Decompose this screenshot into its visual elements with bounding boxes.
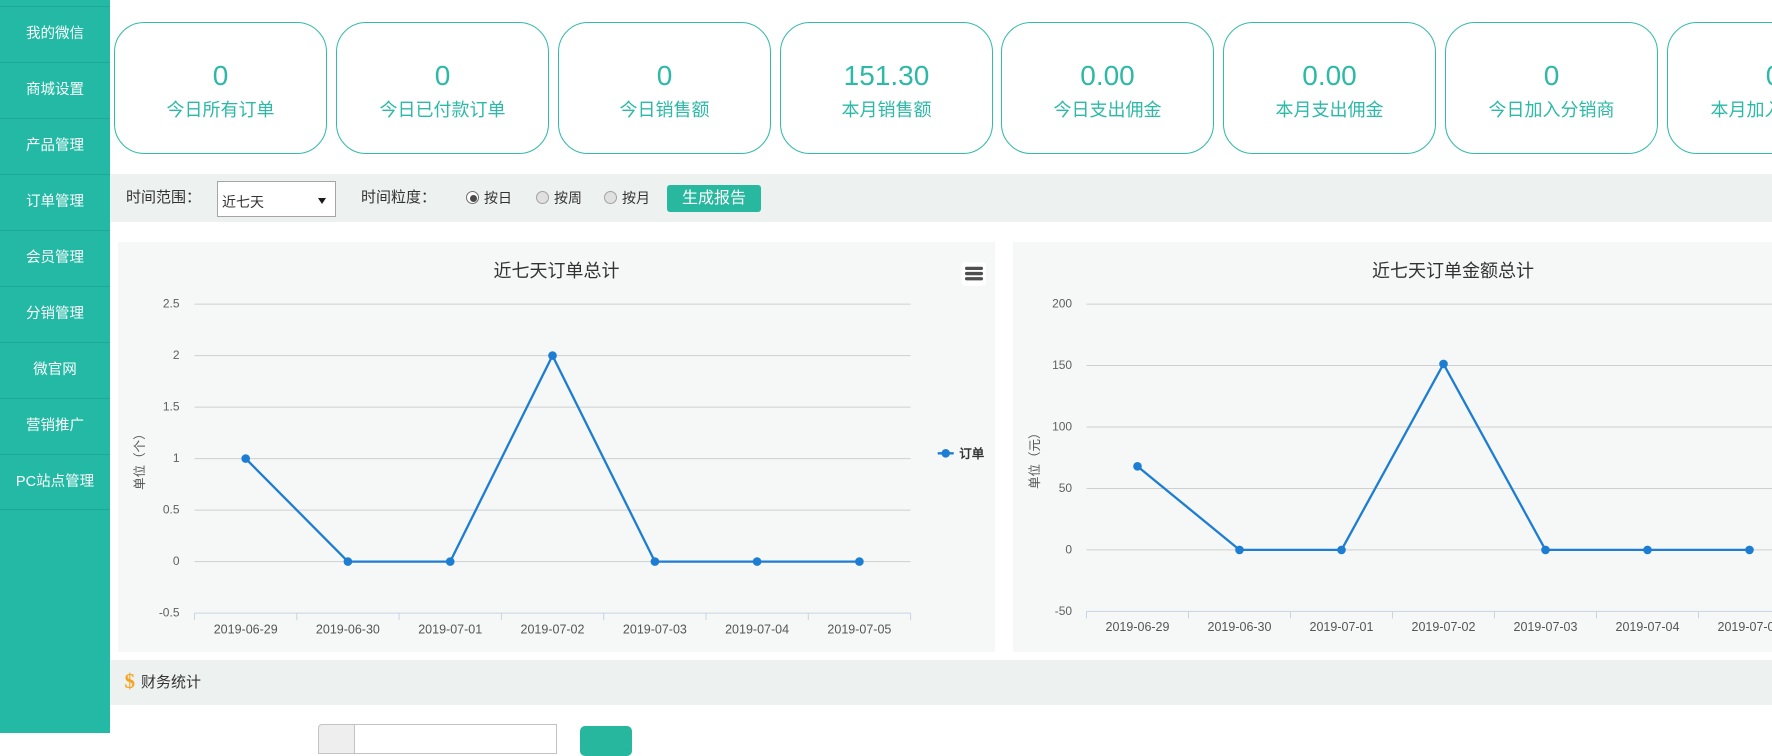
svg-text:单位（个）: 单位（个）	[132, 427, 147, 490]
svg-text:0: 0	[173, 554, 180, 568]
svg-text:2: 2	[173, 348, 180, 362]
svg-text:2019-07-02: 2019-07-02	[521, 622, 585, 636]
svg-text:2019-07-04: 2019-07-04	[1616, 620, 1680, 634]
svg-text:200: 200	[1052, 297, 1072, 311]
svg-text:2019-07-01: 2019-07-01	[418, 622, 482, 636]
svg-text:2019-07-04: 2019-07-04	[725, 622, 789, 636]
svg-text:1.5: 1.5	[163, 400, 180, 414]
svg-text:-0.5: -0.5	[159, 606, 180, 620]
svg-text:2.5: 2.5	[163, 297, 180, 311]
svg-text:单位（元）: 单位（元）	[1027, 426, 1042, 489]
svg-text:-50: -50	[1055, 604, 1073, 618]
svg-text:2019-06-30: 2019-06-30	[1208, 620, 1272, 634]
svg-text:2019-07-03: 2019-07-03	[1514, 620, 1578, 634]
svg-text:1: 1	[173, 451, 180, 465]
svg-text:2019-06-29: 2019-06-29	[1106, 620, 1170, 634]
svg-text:2019-07-03: 2019-07-03	[623, 622, 687, 636]
svg-text:0: 0	[1065, 542, 1072, 556]
svg-text:订单: 订单	[959, 446, 985, 461]
svg-text:150: 150	[1052, 358, 1072, 372]
svg-text:近七天订单总计: 近七天订单总计	[494, 261, 620, 281]
svg-text:近七天订单金额总计: 近七天订单金额总计	[1372, 261, 1534, 281]
svg-text:50: 50	[1059, 481, 1073, 495]
svg-text:2019-07-05: 2019-07-05	[1718, 620, 1772, 634]
svg-text:0.5: 0.5	[163, 503, 180, 517]
svg-text:2019-07-01: 2019-07-01	[1310, 620, 1374, 634]
svg-text:2019-06-30: 2019-06-30	[316, 622, 380, 636]
svg-text:2019-07-05: 2019-07-05	[827, 622, 891, 636]
svg-text:2019-07-02: 2019-07-02	[1412, 620, 1476, 634]
svg-text:100: 100	[1052, 420, 1072, 434]
svg-text:2019-06-29: 2019-06-29	[214, 622, 278, 636]
